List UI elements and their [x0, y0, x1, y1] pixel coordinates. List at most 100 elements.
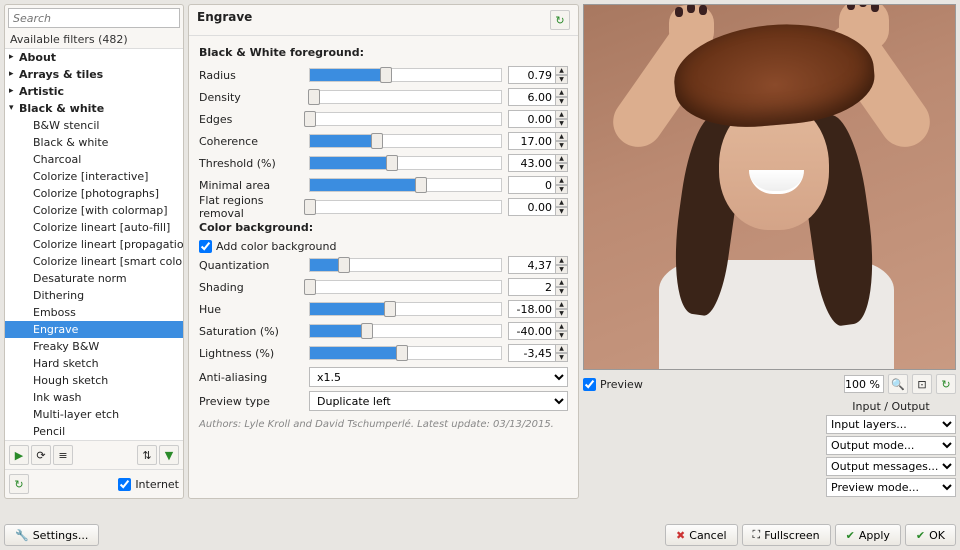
io-select[interactable]: Input layers... [826, 415, 956, 434]
preview-checkbox[interactable]: Preview [583, 378, 643, 391]
spin-up-icon[interactable]: ▲ [556, 278, 568, 287]
cancel-button[interactable]: ✖Cancel [665, 524, 737, 546]
io-select[interactable]: Output messages... [826, 457, 956, 476]
param-slider[interactable] [309, 68, 502, 82]
param-slider[interactable] [309, 302, 502, 316]
spin-down-icon[interactable]: ▼ [556, 163, 568, 172]
zoom-input[interactable] [844, 375, 884, 393]
spin-down-icon[interactable]: ▼ [556, 331, 568, 340]
param-spinbox[interactable]: ▲▼ [508, 344, 568, 362]
spin-up-icon[interactable]: ▲ [556, 198, 568, 207]
param-slider[interactable] [309, 280, 502, 294]
param-spinbox[interactable]: ▲▼ [508, 154, 568, 172]
spin-down-icon[interactable]: ▼ [556, 185, 568, 194]
filter-item[interactable]: Colorize [interactive] [5, 168, 183, 185]
collapse-icon[interactable]: ▼ [159, 445, 179, 465]
param-slider[interactable] [309, 90, 502, 104]
filter-item[interactable]: Freaky B&W [5, 338, 183, 355]
filter-item[interactable]: Emboss [5, 304, 183, 321]
spin-up-icon[interactable]: ▲ [556, 88, 568, 97]
spin-down-icon[interactable]: ▼ [556, 207, 568, 216]
filter-item[interactable]: Hard sketch [5, 355, 183, 372]
category-black-white[interactable]: Black & white [5, 100, 183, 117]
param-spinbox[interactable]: ▲▼ [508, 256, 568, 274]
category-about[interactable]: About [5, 49, 183, 66]
add-bg-checkbox[interactable]: Add color background [199, 240, 568, 253]
spin-down-icon[interactable]: ▼ [556, 309, 568, 318]
param-slider[interactable] [309, 112, 502, 126]
spin-down-icon[interactable]: ▼ [556, 287, 568, 296]
filter-item[interactable]: Black & white [5, 134, 183, 151]
spin-up-icon[interactable]: ▲ [556, 300, 568, 309]
io-select[interactable]: Preview mode... [826, 478, 956, 497]
spin-up-icon[interactable]: ▲ [556, 176, 568, 185]
ok-button[interactable]: ✔OK [905, 524, 956, 546]
refresh-params-icon[interactable]: ↻ [550, 10, 570, 30]
search-input[interactable] [8, 8, 180, 28]
expand-icon[interactable]: ⇅ [137, 445, 157, 465]
filter-tree[interactable]: AboutArrays & tilesArtisticBlack & white… [5, 48, 183, 441]
aa-select[interactable]: x1.5 [309, 367, 568, 387]
spin-down-icon[interactable]: ▼ [556, 141, 568, 150]
update-sources-icon[interactable]: ↻ [9, 474, 29, 494]
spin-down-icon[interactable]: ▼ [556, 97, 568, 106]
tree-btn-icon[interactable]: ≡ [53, 445, 73, 465]
settings-button[interactable]: 🔧 Settings... [4, 524, 99, 546]
spin-down-icon[interactable]: ▼ [556, 265, 568, 274]
spin-up-icon[interactable]: ▲ [556, 322, 568, 331]
filter-item[interactable]: Dithering [5, 287, 183, 304]
preview-type-select[interactable]: Duplicate left [309, 391, 568, 411]
param-slider[interactable] [309, 200, 502, 214]
spin-up-icon[interactable]: ▲ [556, 344, 568, 353]
param-spinbox[interactable]: ▲▼ [508, 198, 568, 216]
category-arrays-tiles[interactable]: Arrays & tiles [5, 66, 183, 83]
internet-checkbox[interactable]: Internet [118, 478, 179, 491]
filter-item[interactable]: B&W stencil [5, 117, 183, 134]
spin-up-icon[interactable]: ▲ [556, 66, 568, 75]
spin-down-icon[interactable]: ▼ [556, 353, 568, 362]
param-slider[interactable] [309, 178, 502, 192]
param-slider[interactable] [309, 258, 502, 272]
param-spinbox[interactable]: ▲▼ [508, 66, 568, 84]
preview-refresh-icon[interactable]: ↻ [936, 374, 956, 394]
param-slider[interactable] [309, 156, 502, 170]
category-artistic[interactable]: Artistic [5, 83, 183, 100]
param-spinbox[interactable]: ▲▼ [508, 278, 568, 296]
spin-up-icon[interactable]: ▲ [556, 132, 568, 141]
zoom-fit-icon[interactable]: 🔍 [888, 374, 908, 394]
filter-item[interactable]: Pencil [5, 423, 183, 440]
filter-item[interactable]: Multi-layer etch [5, 406, 183, 423]
filter-item[interactable]: Colorize lineart [smart coloring] [5, 253, 183, 270]
spin-down-icon[interactable]: ▼ [556, 119, 568, 128]
filter-item[interactable]: Hough sketch [5, 372, 183, 389]
spin-up-icon[interactable]: ▲ [556, 256, 568, 265]
apply-button[interactable]: ✔Apply [835, 524, 901, 546]
io-select[interactable]: Output mode... [826, 436, 956, 455]
filter-item[interactable]: Ink wash [5, 389, 183, 406]
filter-item[interactable]: Desaturate norm [5, 270, 183, 287]
param-slider[interactable] [309, 134, 502, 148]
add-filter-icon[interactable]: ▶ [9, 445, 29, 465]
spin-down-icon[interactable]: ▼ [556, 75, 568, 84]
param-spinbox[interactable]: ▲▼ [508, 300, 568, 318]
param-row: Quantization▲▼ [199, 255, 568, 275]
param-spinbox[interactable]: ▲▼ [508, 322, 568, 340]
filter-item[interactable]: Colorize [photographs] [5, 185, 183, 202]
filter-item[interactable]: Charcoal [5, 151, 183, 168]
filter-item[interactable]: Engrave [5, 321, 183, 338]
param-slider[interactable] [309, 324, 502, 338]
param-spinbox[interactable]: ▲▼ [508, 110, 568, 128]
param-slider[interactable] [309, 346, 502, 360]
filter-item[interactable]: Colorize lineart [auto-fill] [5, 219, 183, 236]
spin-up-icon[interactable]: ▲ [556, 110, 568, 119]
refresh-tree-icon[interactable]: ⟳ [31, 445, 51, 465]
param-spinbox[interactable]: ▲▼ [508, 176, 568, 194]
param-spinbox[interactable]: ▲▼ [508, 88, 568, 106]
filter-item[interactable]: Colorize lineart [propagation] [5, 236, 183, 253]
preview-image[interactable] [583, 4, 956, 370]
zoom-reset-icon[interactable]: ⊡ [912, 374, 932, 394]
param-spinbox[interactable]: ▲▼ [508, 132, 568, 150]
filter-item[interactable]: Colorize [with colormap] [5, 202, 183, 219]
spin-up-icon[interactable]: ▲ [556, 154, 568, 163]
fullscreen-button[interactable]: ⛶Fullscreen [742, 524, 831, 546]
